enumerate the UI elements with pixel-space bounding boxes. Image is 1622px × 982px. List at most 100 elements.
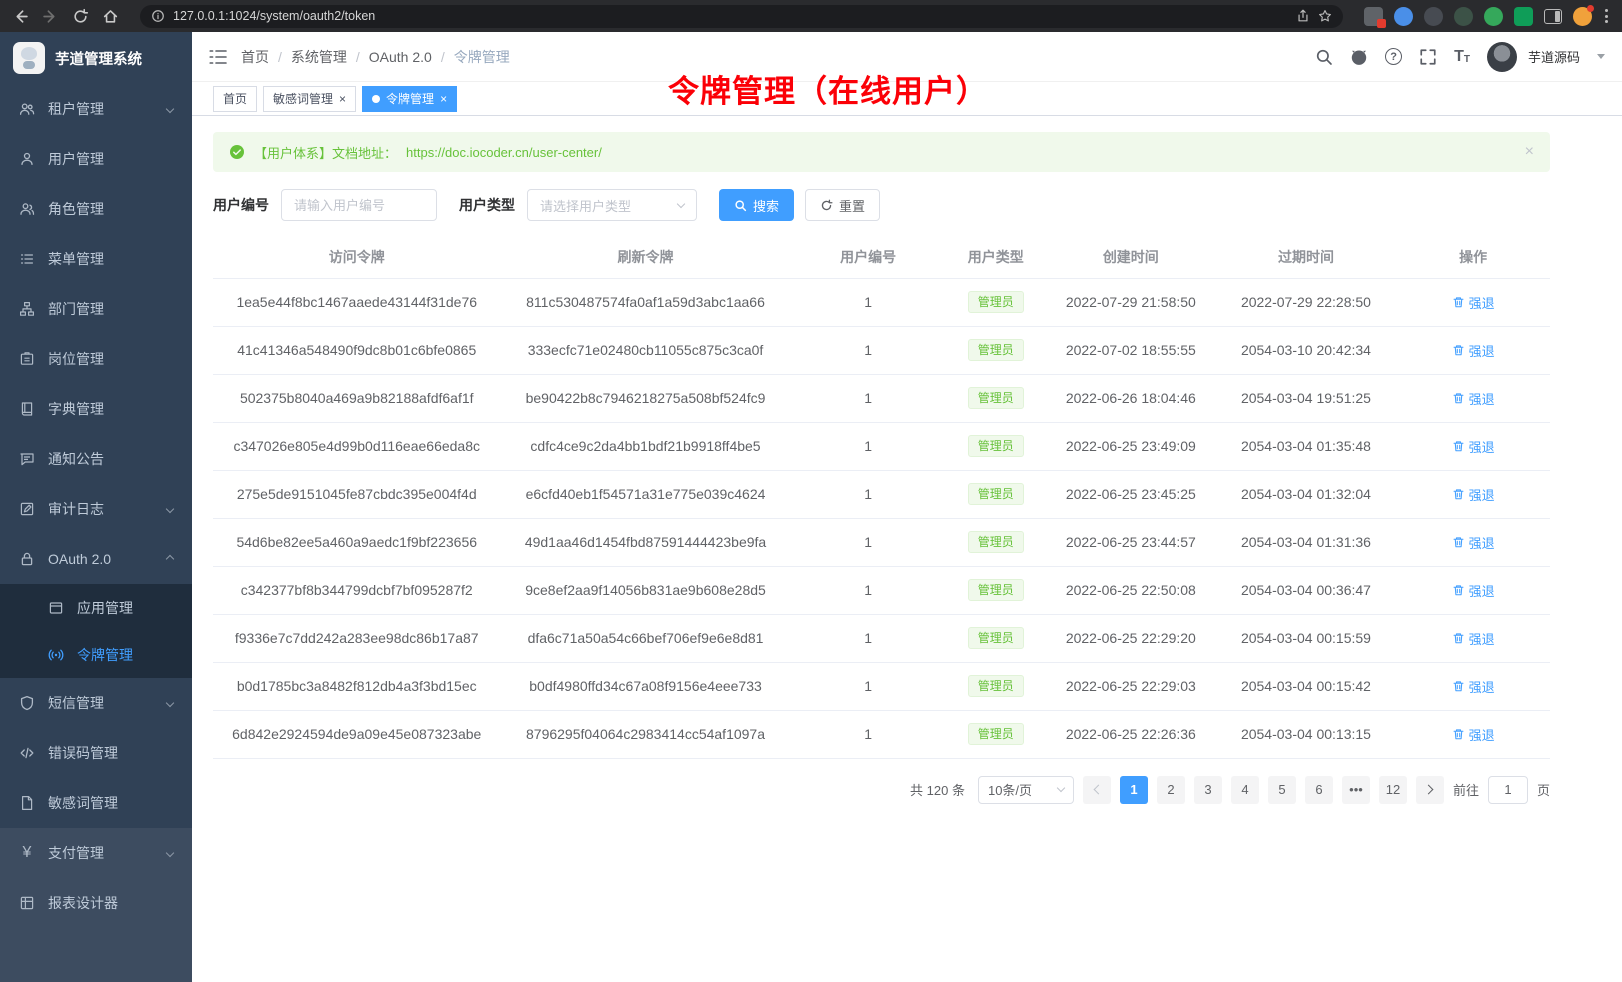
page-button-3[interactable]: 3 (1194, 776, 1222, 804)
sidebar-item-error-code[interactable]: 错误码管理 (0, 728, 192, 778)
sidebar-fold-icon[interactable] (209, 49, 227, 65)
sidebar-item-payment[interactable]: ¥ 支付管理 (0, 828, 192, 878)
force-logout-button[interactable]: 强退 (1452, 533, 1495, 552)
extension-icon-puzzle[interactable] (1514, 7, 1533, 26)
reload-icon[interactable] (72, 8, 89, 25)
sidebar-item-report-designer[interactable]: 报表设计器 (0, 878, 192, 928)
force-logout-button[interactable]: 强退 (1452, 293, 1495, 312)
force-logout-button[interactable]: 强退 (1452, 677, 1495, 696)
user-name[interactable]: 芋道源码 (1528, 47, 1580, 66)
tab-token-management[interactable]: 令牌管理 × (362, 86, 457, 112)
sidebar-item-dept[interactable]: 部门管理 (0, 284, 192, 334)
yen-icon: ¥ (19, 844, 35, 862)
sidebar-item-oauth[interactable]: OAuth 2.0 (0, 534, 192, 584)
user-type-badge: 管理员 (968, 435, 1024, 458)
trash-icon (1452, 488, 1465, 501)
force-logout-button[interactable]: 强退 (1452, 341, 1495, 360)
user-dropdown-caret-icon[interactable] (1597, 54, 1605, 59)
user-type-select[interactable]: 请选择用户类型 (527, 189, 697, 221)
force-logout-button[interactable]: 强退 (1452, 485, 1495, 504)
reset-button[interactable]: 重置 (805, 189, 880, 221)
browser-chrome: 127.0.0.1:1024/system/oauth2/token (0, 0, 1622, 32)
menu-list-icon (19, 251, 35, 267)
page-ellipsis[interactable]: ••• (1342, 776, 1370, 804)
breadcrumb-system[interactable]: 系统管理 (291, 47, 347, 67)
sidebar-item-sensitive-words[interactable]: 敏感词管理 (0, 778, 192, 828)
extension-icon-dark[interactable] (1424, 7, 1443, 26)
force-logout-button[interactable]: 强退 (1452, 629, 1495, 648)
breadcrumb-home[interactable]: 首页 (241, 47, 269, 67)
tab-sensitive-words[interactable]: 敏感词管理 × (263, 86, 356, 112)
home-icon[interactable] (102, 8, 119, 25)
col-user-id: 用户编号 (791, 236, 946, 278)
profile-avatar-icon[interactable] (1573, 7, 1592, 26)
extension-icon-green[interactable] (1484, 7, 1503, 26)
select-caret-icon (1057, 784, 1065, 792)
user-type-badge: 管理员 (968, 291, 1024, 314)
alert-close-icon[interactable]: × (1525, 144, 1534, 160)
page-button-6[interactable]: 6 (1305, 776, 1333, 804)
browser-menu-icon[interactable] (1603, 7, 1610, 25)
user-avatar[interactable] (1487, 42, 1517, 72)
sidebar-item-app-management[interactable]: 应用管理 (0, 584, 192, 631)
extensions-icon[interactable] (1364, 7, 1383, 26)
sidebar-item-dict[interactable]: 字典管理 (0, 384, 192, 434)
site-info-icon[interactable] (151, 9, 165, 23)
code-icon (19, 745, 35, 761)
user-type-badge: 管理员 (968, 483, 1024, 506)
page-button-4[interactable]: 4 (1231, 776, 1259, 804)
table-row: c342377bf8b344799dcbf7bf095287f2 9ce8ef2… (213, 566, 1550, 614)
sidebar-item-token-management[interactable]: 令牌管理 (0, 631, 192, 678)
sidebar-item-role[interactable]: 角色管理 (0, 184, 192, 234)
url-bar[interactable]: 127.0.0.1:1024/system/oauth2/token (140, 5, 1343, 28)
sidebar-item-user[interactable]: 用户管理 (0, 134, 192, 184)
page-size-select[interactable]: 10条/页 (978, 776, 1074, 804)
doc-link[interactable]: https://doc.iocoder.cn/user-center/ (406, 145, 602, 160)
select-caret-icon (677, 199, 685, 207)
user-id-input[interactable] (281, 189, 437, 221)
next-page-button[interactable] (1416, 776, 1444, 804)
search-icon[interactable] (1315, 48, 1333, 66)
pagination: 共 120 条 10条/页 1 2 3 4 5 6 ••• 12 前往 页 (213, 776, 1550, 804)
col-refresh-token: 刷新令牌 (500, 236, 790, 278)
page-button-12[interactable]: 12 (1379, 776, 1407, 804)
sidebar-item-tenant[interactable]: 租户管理 (0, 84, 192, 134)
force-logout-button[interactable]: 强退 (1452, 581, 1495, 600)
forward-icon[interactable] (42, 8, 59, 25)
logo-avatar (13, 42, 45, 74)
table-header-row: 访问令牌 刷新令牌 用户编号 用户类型 创建时间 过期时间 操作 (213, 236, 1550, 278)
share-icon[interactable] (1296, 9, 1310, 23)
col-create-time: 创建时间 (1046, 236, 1216, 278)
app-logo[interactable]: 芋道管理系统 (0, 32, 192, 84)
goto-page-input[interactable] (1488, 776, 1528, 804)
col-expire-time: 过期时间 (1216, 236, 1396, 278)
back-icon[interactable] (12, 8, 29, 25)
tab-close-icon[interactable]: × (339, 93, 346, 105)
font-size-icon[interactable]: TT (1454, 49, 1470, 65)
help-icon[interactable]: ? (1385, 48, 1402, 65)
breadcrumb-oauth[interactable]: OAuth 2.0 (369, 49, 432, 65)
bookmark-star-icon[interactable] (1318, 9, 1332, 23)
page-button-1[interactable]: 1 (1120, 776, 1148, 804)
extension-icon-dark-green[interactable] (1454, 7, 1473, 26)
extension-icon-blue[interactable] (1394, 7, 1413, 26)
prev-page-button[interactable] (1083, 776, 1111, 804)
fullscreen-icon[interactable] (1419, 48, 1437, 66)
sidebar-item-menu[interactable]: 菜单管理 (0, 234, 192, 284)
side-panel-icon[interactable] (1544, 9, 1562, 24)
user-type-badge: 管理员 (968, 579, 1024, 602)
tab-close-icon[interactable]: × (440, 93, 447, 105)
search-button[interactable]: 搜索 (719, 189, 794, 221)
page-button-2[interactable]: 2 (1157, 776, 1185, 804)
sidebar-item-post[interactable]: 岗位管理 (0, 334, 192, 384)
sidebar-item-notice[interactable]: 通知公告 (0, 434, 192, 484)
sidebar-item-sms[interactable]: 短信管理 (0, 678, 192, 728)
document-icon (19, 795, 35, 811)
page-button-5[interactable]: 5 (1268, 776, 1296, 804)
github-icon[interactable] (1350, 48, 1368, 66)
tab-home[interactable]: 首页 (213, 86, 257, 112)
force-logout-button[interactable]: 强退 (1452, 389, 1495, 408)
sidebar-item-audit-log[interactable]: 审计日志 (0, 484, 192, 534)
force-logout-button[interactable]: 强退 (1452, 437, 1495, 456)
force-logout-button[interactable]: 强退 (1452, 725, 1495, 744)
